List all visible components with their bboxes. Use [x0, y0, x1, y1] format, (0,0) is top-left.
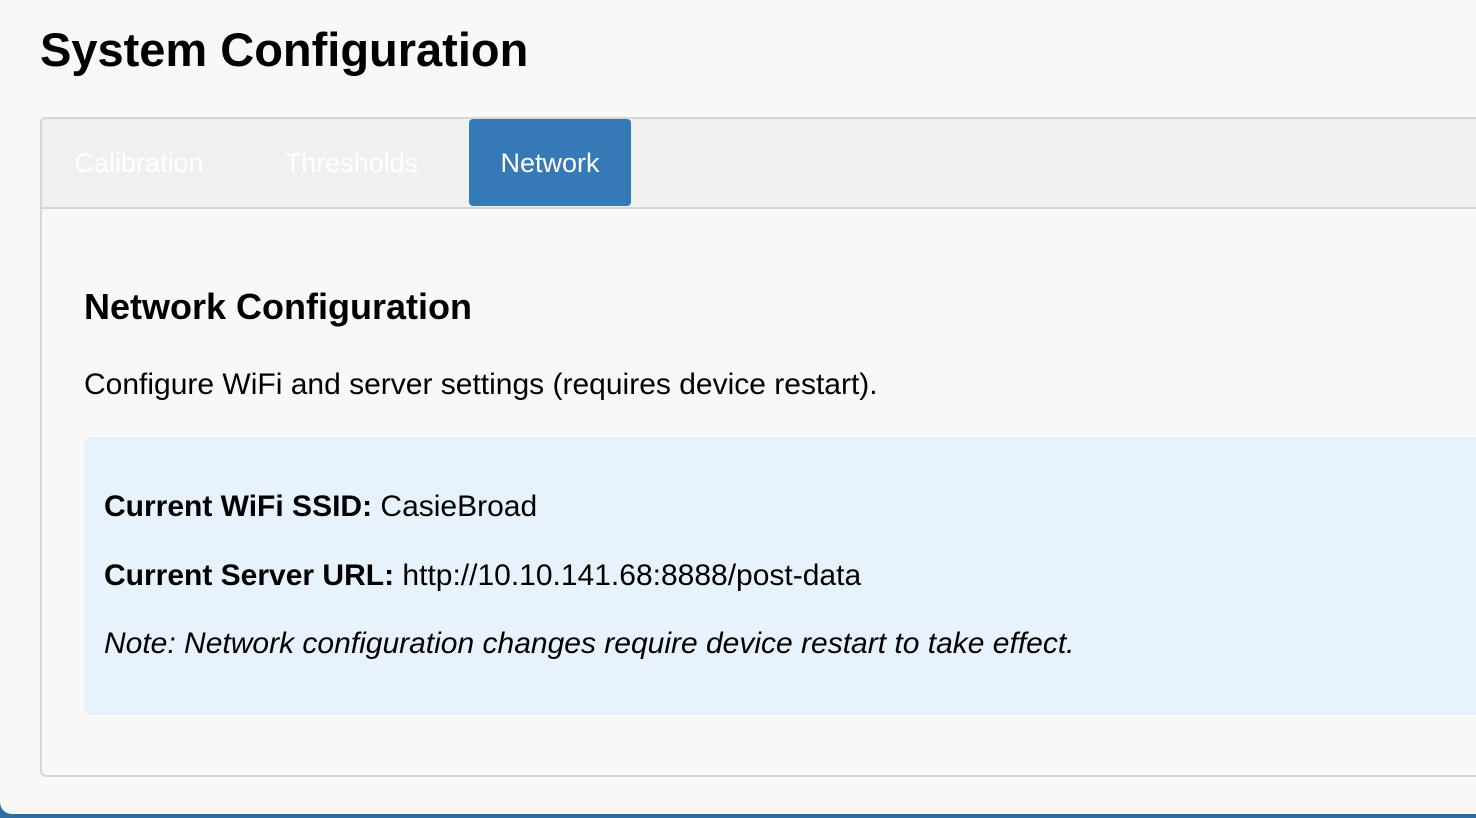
wifi-ssid-value: CasieBroad: [380, 490, 538, 523]
page-title: System Configuration: [40, 23, 529, 76]
server-url-value: http://10.10.141.68:8888/post-data: [402, 559, 862, 592]
tab-calibration[interactable]: Calibration: [74, 119, 204, 207]
wifi-ssid-label: Current WiFi SSID:: [104, 490, 373, 523]
tab-thresholds[interactable]: Thresholds: [284, 119, 419, 207]
tab-bar: Calibration Thresholds Network: [42, 119, 1476, 209]
config-page: System Configuration Calibration Thresho…: [0, 0, 1476, 814]
tab-panel: Calibration Thresholds Network Network C…: [40, 117, 1476, 777]
wifi-ssid-row: Current WiFi SSID: CasieBroad: [104, 489, 537, 525]
server-url-label: Current Server URL:: [104, 559, 395, 592]
section-title: Network Configuration: [84, 286, 472, 327]
restart-note: Note: Network configuration changes requ…: [104, 627, 1075, 660]
network-info-box: Current WiFi SSID: CasieBroad Current Se…: [84, 437, 1476, 715]
server-url-row: Current Server URL: http://10.10.141.68:…: [104, 558, 861, 594]
section-description: Configure WiFi and server settings (requ…: [84, 368, 878, 401]
tab-network[interactable]: Network: [469, 119, 631, 206]
